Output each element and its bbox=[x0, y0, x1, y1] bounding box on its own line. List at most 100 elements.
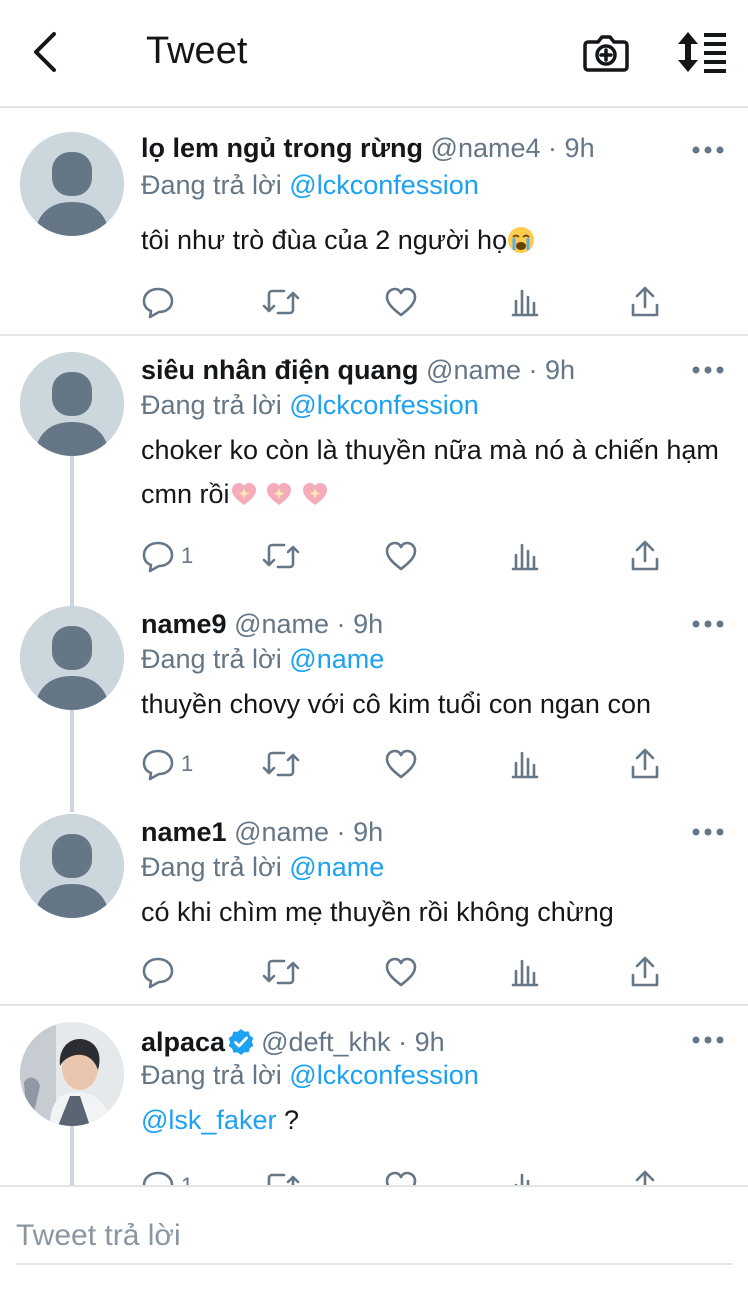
like-icon[interactable] bbox=[384, 282, 418, 322]
reply-composer bbox=[0, 1185, 748, 1289]
avatar[interactable] bbox=[20, 814, 124, 918]
share-icon[interactable] bbox=[629, 744, 661, 784]
more-options-icon[interactable] bbox=[690, 358, 726, 382]
tweet[interactable]: siêu nhân điện quang @name · 9h Đang trả… bbox=[0, 336, 748, 592]
share-icon[interactable] bbox=[629, 536, 661, 576]
verified-badge-icon bbox=[227, 1028, 255, 1056]
reply-icon[interactable]: 1 bbox=[141, 536, 193, 576]
more-options-icon[interactable] bbox=[690, 820, 726, 844]
tweet-actions bbox=[141, 952, 681, 992]
like-icon[interactable] bbox=[384, 744, 418, 784]
replying-to-label: Đang trả lời bbox=[141, 390, 282, 420]
reply-target-link[interactable]: @lckconfession bbox=[289, 390, 479, 420]
reply-icon[interactable] bbox=[141, 282, 181, 322]
sort-icon[interactable] bbox=[674, 28, 730, 76]
tweet-feed: lọ lem ngủ trong rừng @name4 · 9h Đang t… bbox=[0, 110, 748, 1185]
user-handle[interactable]: @name4 bbox=[431, 133, 541, 163]
replying-to-label: Đang trả lời bbox=[141, 644, 282, 674]
sparkling-heart-emoji bbox=[301, 477, 329, 521]
separator: · bbox=[398, 1027, 408, 1057]
tweet-body: thuyền chovy với cô kim tuổi con ngan co… bbox=[141, 689, 651, 719]
more-options-icon[interactable] bbox=[690, 1028, 726, 1052]
timestamp: 9h bbox=[353, 609, 384, 639]
reply-count: 1 bbox=[181, 1173, 193, 1185]
user-handle[interactable]: @name bbox=[234, 609, 329, 639]
analytics-icon[interactable] bbox=[510, 1166, 540, 1185]
avatar[interactable] bbox=[20, 606, 124, 710]
analytics-icon[interactable] bbox=[510, 744, 540, 784]
display-name[interactable]: name1 bbox=[141, 817, 227, 847]
reply-target-link[interactable]: @lckconfession bbox=[289, 1060, 479, 1090]
timestamp: 9h bbox=[564, 133, 595, 163]
separator: · bbox=[336, 609, 346, 639]
user-handle[interactable]: @deft_khk bbox=[261, 1027, 390, 1057]
reply-target-link[interactable]: @lckconfession bbox=[289, 170, 479, 200]
retweet-icon[interactable] bbox=[261, 282, 301, 322]
tweet-body: ? bbox=[276, 1105, 299, 1135]
tweet-actions: 1 bbox=[141, 744, 681, 784]
display-name[interactable]: siêu nhân điện quang bbox=[141, 355, 419, 385]
tweet-body: choker ko còn là thuyền nữa mà nó à chiế… bbox=[141, 435, 719, 509]
like-icon[interactable] bbox=[384, 536, 418, 576]
display-name[interactable]: lọ lem ngủ trong rừng bbox=[141, 133, 423, 163]
tweet[interactable]: name9 @name · 9h Đang trả lời @name thuy… bbox=[0, 590, 748, 800]
like-icon[interactable] bbox=[384, 1166, 418, 1185]
tweet-text: có khi chìm mẹ thuyền rồi không chừng bbox=[141, 890, 721, 934]
analytics-icon[interactable] bbox=[510, 536, 540, 576]
timestamp: 9h bbox=[414, 1027, 445, 1057]
user-handle[interactable]: @name bbox=[234, 817, 329, 847]
reply-icon[interactable]: 1 bbox=[141, 1166, 193, 1185]
analytics-icon[interactable] bbox=[510, 952, 540, 992]
tweet-actions: 1 bbox=[141, 1166, 681, 1185]
separator: · bbox=[548, 133, 558, 163]
sparkling-heart-emoji bbox=[265, 477, 293, 521]
sparkling-heart-emoji bbox=[230, 477, 258, 521]
retweet-icon[interactable] bbox=[261, 744, 301, 784]
avatar[interactable] bbox=[20, 132, 124, 236]
camera-add-icon[interactable] bbox=[582, 28, 630, 76]
avatar[interactable] bbox=[20, 1022, 124, 1126]
timestamp: 9h bbox=[353, 817, 384, 847]
tweet-text: thuyền chovy với cô kim tuổi con ngan co… bbox=[141, 682, 721, 726]
tweet-text: choker ko còn là thuyền nữa mà nó à chiế… bbox=[141, 428, 721, 521]
tweet[interactable]: lọ lem ngủ trong rừng @name4 · 9h Đang t… bbox=[0, 110, 748, 334]
tweet-body: có khi chìm mẹ thuyền rồi không chừng bbox=[141, 897, 614, 927]
more-options-icon[interactable] bbox=[690, 138, 726, 162]
tweet-body: tôi như trò đùa của 2 người họ bbox=[141, 225, 508, 255]
separator: · bbox=[528, 355, 538, 385]
tweet[interactable]: name1 @name · 9h Đang trả lời @name có k… bbox=[0, 798, 748, 1004]
reply-target-link[interactable]: @name bbox=[289, 852, 384, 882]
tweet[interactable]: alpaca @deft_khk · 9h Đang trả lời @lckco… bbox=[0, 1006, 748, 1185]
like-icon[interactable] bbox=[384, 952, 418, 992]
page-title: Tweet bbox=[146, 30, 248, 72]
retweet-icon[interactable] bbox=[261, 536, 301, 576]
share-icon[interactable] bbox=[629, 1166, 661, 1185]
more-options-icon[interactable] bbox=[690, 612, 726, 636]
mention-link[interactable]: @lsk_faker bbox=[141, 1105, 276, 1135]
avatar[interactable] bbox=[20, 352, 124, 456]
reply-icon[interactable]: 1 bbox=[141, 744, 193, 784]
retweet-icon[interactable] bbox=[261, 952, 301, 992]
share-icon[interactable] bbox=[629, 282, 661, 322]
replying-to-label: Đang trả lời bbox=[141, 1060, 282, 1090]
display-name[interactable]: name9 bbox=[141, 609, 227, 639]
top-bar: Tweet bbox=[0, 0, 748, 108]
retweet-icon[interactable] bbox=[261, 1166, 301, 1185]
user-handle[interactable]: @name bbox=[426, 355, 521, 385]
reply-count: 1 bbox=[181, 751, 194, 776]
reply-target-link[interactable]: @name bbox=[289, 644, 384, 674]
back-icon[interactable] bbox=[28, 28, 64, 76]
tweet-actions: 1 bbox=[141, 536, 681, 576]
tweet-actions bbox=[141, 282, 681, 322]
share-icon[interactable] bbox=[629, 952, 661, 992]
reply-icon[interactable] bbox=[141, 952, 181, 992]
replying-to-label: Đang trả lời bbox=[141, 852, 282, 882]
tweet-text: tôi như trò đùa của 2 người họ bbox=[141, 218, 721, 267]
analytics-icon[interactable] bbox=[510, 282, 540, 322]
tweet-text: @lsk_faker ? bbox=[141, 1098, 721, 1142]
separator: · bbox=[336, 817, 346, 847]
display-name[interactable]: alpaca bbox=[141, 1027, 225, 1057]
reply-input[interactable] bbox=[16, 1209, 732, 1265]
loudly-crying-face-emoji bbox=[507, 223, 535, 267]
replying-to-label: Đang trả lời bbox=[141, 170, 282, 200]
